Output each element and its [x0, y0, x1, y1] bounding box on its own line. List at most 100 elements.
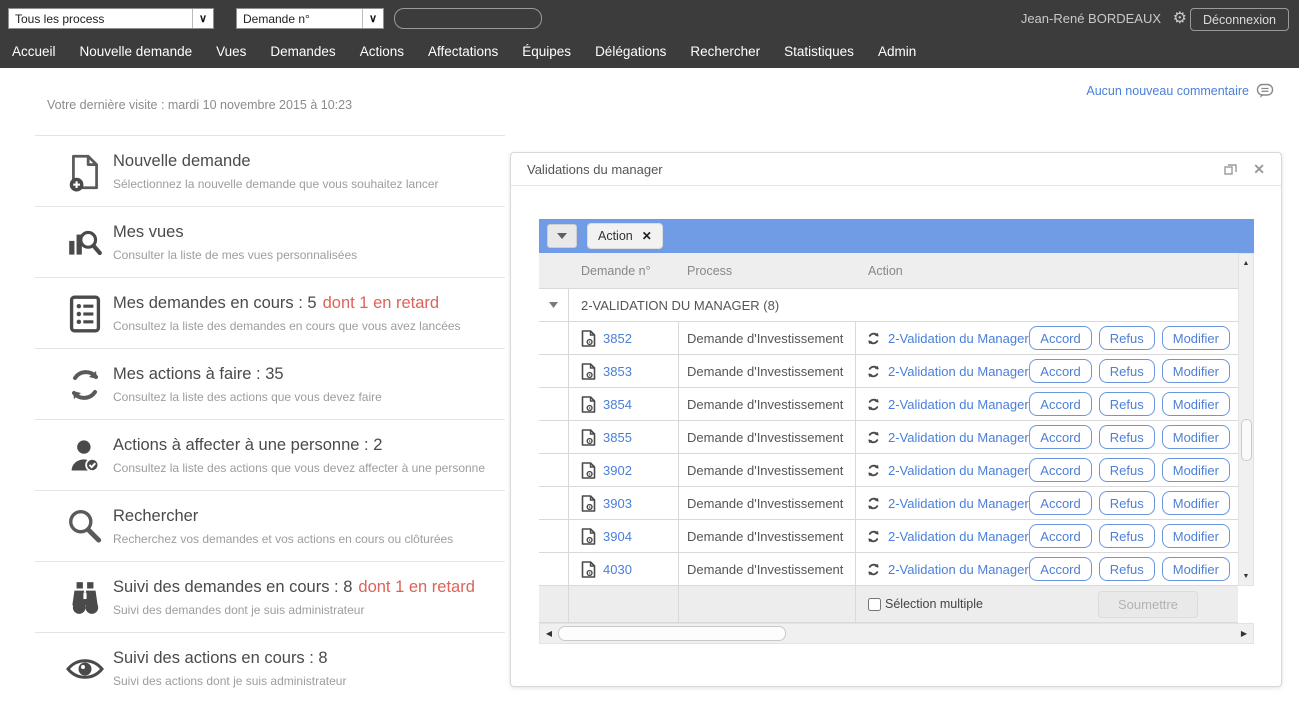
column-header-process[interactable]: Process	[679, 264, 856, 278]
close-icon[interactable]: ✕	[642, 229, 652, 243]
nav-item[interactable]: Équipes	[522, 44, 571, 59]
request-id-link[interactable]: 3904	[603, 529, 632, 544]
request-id-link[interactable]: 3903	[603, 496, 632, 511]
action-step-link[interactable]: 2-Validation du Manager	[888, 331, 1029, 346]
accord-button[interactable]: Accord	[1029, 524, 1091, 548]
filter-dropdown-button[interactable]	[547, 224, 577, 248]
eye-icon	[63, 647, 107, 691]
filter-tag-label: Action	[598, 229, 633, 243]
menu-item-nouvelle-demande[interactable]: Nouvelle demande Sélectionnez la nouvell…	[35, 135, 505, 206]
column-header-action[interactable]: Action	[856, 264, 1238, 278]
action-step-link[interactable]: 2-Validation du Manager	[888, 430, 1029, 445]
scroll-up-arrow-icon[interactable]: ▲	[1239, 256, 1253, 270]
request-id-link[interactable]: 3854	[603, 397, 632, 412]
request-id-link[interactable]: 3852	[603, 331, 632, 346]
accord-button[interactable]: Accord	[1029, 491, 1091, 515]
accord-button[interactable]: Accord	[1029, 557, 1091, 581]
magnifier-icon	[63, 505, 107, 549]
multi-select-checkbox[interactable]	[868, 598, 881, 611]
menu-item-mes-actions[interactable]: Mes actions à faire : 35 Consultez la li…	[35, 348, 505, 419]
vertical-scrollbar-thumb[interactable]	[1241, 419, 1252, 461]
accord-button[interactable]: Accord	[1029, 425, 1091, 449]
process-cell: Demande d'Investissement	[679, 388, 856, 420]
process-cell: Demande d'Investissement	[679, 520, 856, 552]
sync-icon	[866, 562, 881, 577]
menu-item-actions-affecter[interactable]: Actions à affecter à une personne : 2 Co…	[35, 419, 505, 490]
request-id-link[interactable]: 3855	[603, 430, 632, 445]
collapse-group-button[interactable]	[539, 289, 569, 321]
logout-button[interactable]: Déconnexion	[1190, 8, 1289, 31]
refus-button[interactable]: Refus	[1099, 326, 1155, 350]
modifier-button[interactable]: Modifier	[1162, 425, 1230, 449]
request-id-link[interactable]: 3902	[603, 463, 632, 478]
nav-item[interactable]: Rechercher	[690, 44, 760, 59]
refus-button[interactable]: Refus	[1099, 392, 1155, 416]
modifier-button[interactable]: Modifier	[1162, 359, 1230, 383]
popout-icon[interactable]	[1224, 163, 1237, 175]
scroll-right-arrow-icon[interactable]: ▶	[1237, 624, 1251, 643]
modifier-button[interactable]: Modifier	[1162, 524, 1230, 548]
horizontal-scrollbar[interactable]: ◀ ▶	[539, 623, 1254, 644]
menu-item-title: Suivi des actions en cours : 8	[113, 649, 505, 668]
modifier-button[interactable]: Modifier	[1162, 458, 1230, 482]
refus-button[interactable]: Refus	[1099, 557, 1155, 581]
nav-item[interactable]: Admin	[878, 44, 916, 59]
filter-tag-action[interactable]: Action ✕	[587, 223, 663, 249]
process-select[interactable]: Tous les process ∨	[8, 8, 214, 29]
menu-item-subtitle: Suivi des actions dont je suis administr…	[113, 674, 505, 688]
horizontal-scrollbar-thumb[interactable]	[558, 626, 786, 641]
menu-item-mes-demandes[interactable]: Mes demandes en cours : 5dont 1 en retar…	[35, 277, 505, 348]
request-id-link[interactable]: 4030	[603, 562, 632, 577]
menu-item-rechercher[interactable]: Rechercher Recherchez vos demandes et vo…	[35, 490, 505, 561]
accord-button[interactable]: Accord	[1029, 458, 1091, 482]
multi-select-label[interactable]: Sélection multiple	[885, 597, 983, 611]
refus-button[interactable]: Refus	[1099, 458, 1155, 482]
refus-button[interactable]: Refus	[1099, 425, 1155, 449]
process-cell: Demande d'Investissement	[679, 553, 856, 585]
modifier-button[interactable]: Modifier	[1162, 392, 1230, 416]
sync-icon	[866, 463, 881, 478]
nav-item[interactable]: Actions	[360, 44, 404, 59]
submit-button[interactable]: Soumettre	[1098, 591, 1198, 618]
nav-item[interactable]: Vues	[216, 44, 246, 59]
refus-button[interactable]: Refus	[1099, 524, 1155, 548]
action-step-link[interactable]: 2-Validation du Manager	[888, 496, 1029, 511]
action-step-link[interactable]: 2-Validation du Manager	[888, 562, 1029, 577]
modifier-button[interactable]: Modifier	[1162, 557, 1230, 581]
scroll-left-arrow-icon[interactable]: ◀	[542, 624, 556, 643]
request-id-link[interactable]: 3853	[603, 364, 632, 379]
nav-item[interactable]: Délégations	[595, 44, 666, 59]
modifier-button[interactable]: Modifier	[1162, 326, 1230, 350]
scroll-down-arrow-icon[interactable]: ▼	[1239, 569, 1253, 583]
nav-item[interactable]: Demandes	[270, 44, 335, 59]
search-type-select[interactable]: Demande n° ∨	[236, 8, 384, 29]
menu-item-mes-vues[interactable]: Mes vues Consulter la liste de mes vues …	[35, 206, 505, 277]
column-header-demande[interactable]: Demande n°	[569, 264, 679, 278]
action-step-link[interactable]: 2-Validation du Manager	[888, 463, 1029, 478]
menu-item-subtitle: Suivi des demandes dont je suis administ…	[113, 603, 505, 617]
page: Tous les process ∨ Demande n° ∨ Jean-Ren…	[0, 0, 1299, 704]
nav-item[interactable]: Statistiques	[784, 44, 854, 59]
comments-link[interactable]: Aucun nouveau commentaire	[1086, 83, 1281, 99]
vertical-scrollbar[interactable]: ▲ ▼	[1238, 253, 1254, 586]
search-input[interactable]	[394, 8, 542, 29]
accord-button[interactable]: Accord	[1029, 392, 1091, 416]
menu-item-suivi-demandes[interactable]: Suivi des demandes en cours : 8dont 1 en…	[35, 561, 505, 632]
modifier-button[interactable]: Modifier	[1162, 491, 1230, 515]
refus-button[interactable]: Refus	[1099, 359, 1155, 383]
gear-icon[interactable]: ⚙	[1173, 8, 1187, 28]
chevron-down-icon: ∨	[362, 9, 383, 28]
chevron-down-icon: ∨	[192, 9, 213, 28]
accord-button[interactable]: Accord	[1029, 359, 1091, 383]
action-step-link[interactable]: 2-Validation du Manager	[888, 397, 1029, 412]
close-icon[interactable]: ✕	[1253, 161, 1265, 178]
accord-button[interactable]: Accord	[1029, 326, 1091, 350]
action-step-link[interactable]: 2-Validation du Manager	[888, 364, 1029, 379]
person-check-icon	[63, 434, 107, 478]
nav-item[interactable]: Nouvelle demande	[80, 44, 193, 59]
nav-item[interactable]: Accueil	[12, 44, 56, 59]
nav-item[interactable]: Affectations	[428, 44, 498, 59]
menu-item-suivi-actions[interactable]: Suivi des actions en cours : 8 Suivi des…	[35, 632, 505, 703]
action-step-link[interactable]: 2-Validation du Manager	[888, 529, 1029, 544]
refus-button[interactable]: Refus	[1099, 491, 1155, 515]
